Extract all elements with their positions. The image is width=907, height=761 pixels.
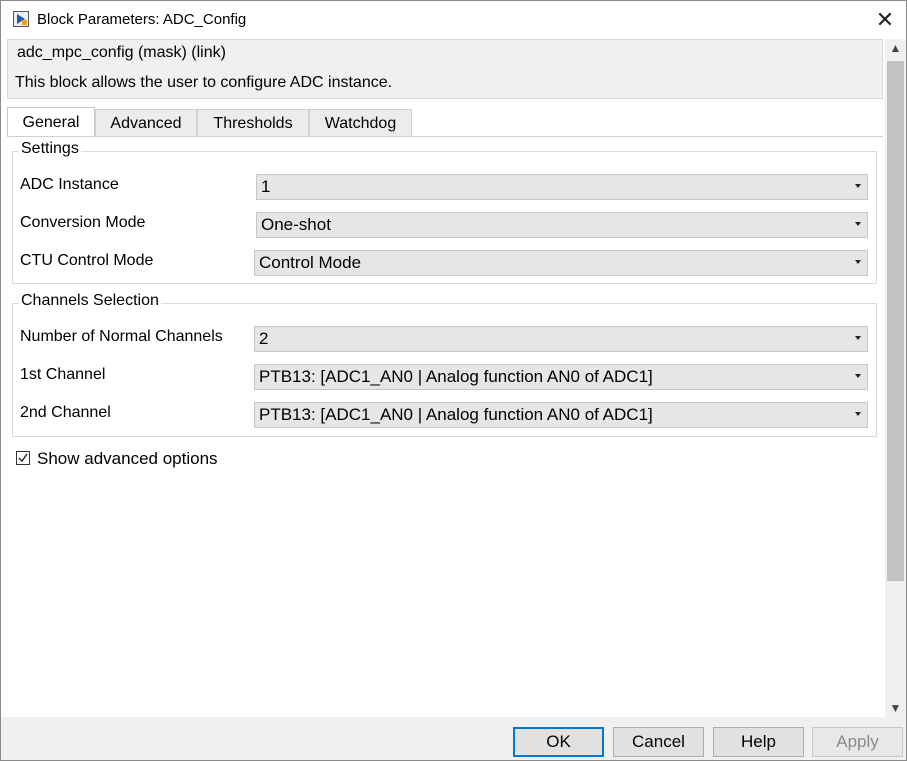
- show-advanced-checkbox[interactable]: [16, 451, 30, 465]
- tab-advanced[interactable]: Advanced: [95, 109, 197, 136]
- channels-group-title: Channels Selection: [19, 292, 161, 310]
- ctu-control-mode-select[interactable]: Control Mode: [254, 250, 868, 276]
- chevron-down-icon: [855, 374, 861, 378]
- chevron-down-icon: [855, 184, 861, 188]
- conversion-mode-select[interactable]: One-shot: [256, 212, 868, 238]
- close-icon[interactable]: ✕: [871, 7, 899, 33]
- help-button[interactable]: Help: [713, 727, 804, 757]
- tab-watchdog[interactable]: Watchdog: [309, 109, 412, 136]
- conversion-mode-value: One-shot: [261, 215, 331, 234]
- simulink-block-icon: [13, 11, 29, 27]
- conversion-mode-label: Conversion Mode: [20, 214, 146, 231]
- ctu-control-mode-label: CTU Control Mode: [20, 252, 154, 269]
- normal-channels-label: Number of Normal Channels: [20, 328, 223, 345]
- tab-bar: General Advanced Thresholds Watchdog: [7, 107, 883, 137]
- scroll-down-icon[interactable]: ▼: [885, 699, 906, 717]
- mask-title: adc_mpc_config (mask) (link): [17, 44, 226, 61]
- scroll-up-icon[interactable]: ▲: [885, 39, 906, 57]
- show-advanced-label[interactable]: Show advanced options: [37, 449, 218, 469]
- settings-group-title: Settings: [19, 140, 81, 158]
- cancel-button[interactable]: Cancel: [613, 727, 704, 757]
- normal-channels-value: 2: [259, 329, 269, 348]
- chevron-down-icon: [855, 336, 861, 340]
- scroll-thumb[interactable]: [887, 61, 904, 581]
- ok-button[interactable]: OK: [513, 727, 604, 757]
- checkmark-icon: [18, 453, 28, 463]
- first-channel-select[interactable]: PTB13: [ADC1_AN0 | Analog function AN0 o…: [254, 364, 868, 390]
- dialog-footer: OK Cancel Help Apply: [1, 717, 906, 760]
- second-channel-select[interactable]: PTB13: [ADC1_AN0 | Analog function AN0 o…: [254, 402, 868, 428]
- first-channel-value: PTB13: [ADC1_AN0 | Analog function AN0 o…: [259, 367, 653, 386]
- adc-instance-label: ADC Instance: [20, 176, 119, 193]
- chevron-down-icon: [855, 412, 861, 416]
- apply-button[interactable]: Apply: [812, 727, 903, 757]
- vertical-scrollbar[interactable]: ▲ ▼: [885, 39, 906, 717]
- tab-general[interactable]: General: [7, 107, 95, 136]
- ctu-control-mode-value: Control Mode: [259, 253, 362, 272]
- settings-group: Settings ADC Instance 1 Conversion Mode …: [12, 140, 877, 284]
- adc-instance-value: 1: [261, 177, 271, 196]
- second-channel-value: PTB13: [ADC1_AN0 | Analog function AN0 o…: [259, 405, 653, 424]
- adc-instance-select[interactable]: 1: [256, 174, 868, 200]
- second-channel-label: 2nd Channel: [20, 404, 111, 421]
- block-parameters-dialog: Block Parameters: ADC_Config ✕ adc_mpc_c…: [0, 0, 907, 761]
- general-tab-panel: Settings ADC Instance 1 Conversion Mode …: [7, 136, 883, 718]
- dialog-content: adc_mpc_config (mask) (link) This block …: [1, 39, 885, 718]
- tab-thresholds[interactable]: Thresholds: [197, 109, 309, 136]
- mask-header: adc_mpc_config (mask) (link) This block …: [7, 39, 883, 99]
- channels-selection-group: Channels Selection Number of Normal Chan…: [12, 292, 877, 437]
- mask-description: This block allows the user to configure …: [15, 74, 393, 91]
- first-channel-label: 1st Channel: [20, 366, 106, 383]
- title-bar[interactable]: Block Parameters: ADC_Config ✕: [1, 1, 906, 39]
- normal-channels-select[interactable]: 2: [254, 326, 868, 352]
- chevron-down-icon: [855, 222, 861, 226]
- chevron-down-icon: [855, 260, 861, 264]
- window-title: Block Parameters: ADC_Config: [37, 11, 247, 28]
